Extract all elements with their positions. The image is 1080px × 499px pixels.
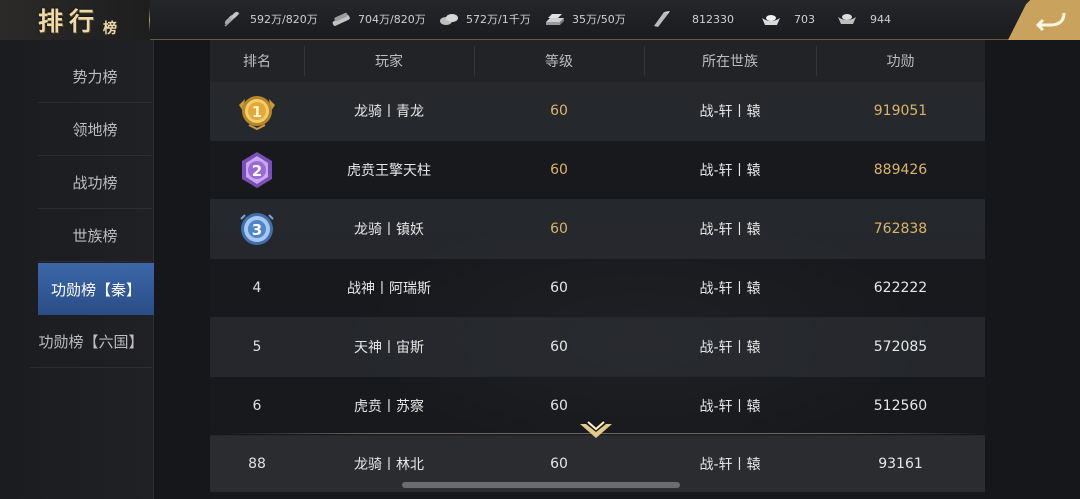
- table-row[interactable]: 2 虎贲王擎天柱 60 战-轩丨辕 889426: [210, 141, 985, 200]
- resource-value: 944: [870, 12, 891, 26]
- player-clan: 战-轩丨辕: [699, 163, 761, 179]
- rank-medal: 1: [210, 82, 304, 140]
- wheat-icon: [224, 11, 240, 27]
- purple-medal-icon: 2: [242, 152, 272, 188]
- sidebar-item-merit-qin[interactable]: 功勋榜【秦】: [38, 263, 154, 315]
- player-clan: 战-轩丨辕: [699, 399, 761, 415]
- sidebar-item-label: 战功榜: [72, 174, 118, 192]
- rank-number: 6: [252, 398, 262, 414]
- table-row[interactable]: 5 天神丨宙斯 60 战-轩丨辕 572085: [210, 318, 985, 377]
- column-header-rank: 排名: [243, 54, 271, 70]
- player-level: 60: [550, 280, 568, 296]
- my-rank: 88: [248, 456, 266, 472]
- stone-icon: [440, 14, 458, 25]
- chevron-down-icon: [580, 421, 612, 438]
- resource-value: 572万/1千万: [466, 13, 531, 26]
- svg-text:1: 1: [252, 103, 262, 121]
- table-row[interactable]: 3 龙骑丨镇妖 60 战-轩丨辕 762838: [210, 200, 985, 259]
- gold-medal-icon: 1: [239, 96, 275, 131]
- resource-wood: 704万/820万: [330, 8, 426, 30]
- resource-iron: 35万/50万: [544, 8, 626, 30]
- resource-wheat: 592万/820万: [222, 8, 318, 30]
- player-name: 虎贲王擎天柱: [347, 163, 431, 179]
- sidebar-item-label: 世族榜: [72, 227, 118, 245]
- resource-value: 704万/820万: [358, 13, 426, 26]
- gold-ingot-icon: [762, 15, 780, 25]
- player-merit: 889426: [873, 162, 928, 178]
- svg-text:2: 2: [252, 162, 262, 180]
- column-header-player: 玩家: [375, 54, 403, 70]
- table-row[interactable]: 1 龙骑丨青龙 60 战-轩丨辕 919051: [210, 82, 985, 141]
- player-clan: 战-轩丨辕: [699, 222, 761, 238]
- wood-icon: [332, 12, 350, 26]
- player-clan: 战-轩丨辕: [699, 340, 761, 356]
- decree-icon: [654, 11, 670, 27]
- expand-button[interactable]: [576, 418, 616, 444]
- column-header-level: 等级: [545, 54, 573, 70]
- player-merit: 512560: [873, 398, 928, 414]
- resource-value: 35万/50万: [572, 13, 626, 26]
- resource-silver: 944: [836, 8, 891, 30]
- resource-gold: 703: [760, 8, 815, 30]
- title-box: 排行 榜: [0, 0, 150, 40]
- table-header: 排名 玩家 等级 所在世族 功勋: [210, 40, 985, 82]
- player-merit: 919051: [873, 103, 928, 119]
- resource-value: 703: [794, 12, 815, 26]
- iron-icon: [546, 14, 564, 25]
- sidebar-item-clan[interactable]: 世族榜: [38, 210, 152, 262]
- player-level: 60: [550, 162, 568, 178]
- resource-decree: 812330: [650, 8, 734, 30]
- horizontal-scrollbar[interactable]: [402, 482, 680, 488]
- rank-medal: 3: [210, 200, 304, 258]
- sidebar-item-label: 功勋榜【秦】: [50, 280, 141, 299]
- svg-text:3: 3: [252, 221, 262, 239]
- silver-ingot-icon: [838, 14, 856, 24]
- sidebar-item-territory[interactable]: 领地榜: [38, 104, 152, 156]
- player-level: 60: [550, 103, 568, 119]
- player-clan: 战-轩丨辕: [699, 281, 761, 297]
- sidebar-item-label: 领地榜: [72, 121, 118, 139]
- column-header-merit: 功勋: [886, 54, 915, 70]
- player-level: 60: [550, 398, 568, 414]
- player-name: 战神丨阿瑞斯: [347, 281, 431, 297]
- sidebar-item-merit-six-states[interactable]: 功勋榜【六国】: [30, 316, 152, 368]
- return-arrow-icon: [1035, 12, 1066, 31]
- sidebar-item-power[interactable]: 势力榜: [38, 51, 152, 103]
- player-name: 天神丨宙斯: [354, 340, 424, 356]
- rank-number: 4: [252, 280, 262, 296]
- top-bar: 排行 榜 592万/820万 704万/820万 572万/1千万 35万/50…: [0, 0, 1080, 40]
- player-name: 龙骑丨镇妖: [354, 222, 424, 238]
- player-clan: 战-轩丨辕: [699, 104, 761, 120]
- back-button[interactable]: [1008, 0, 1080, 40]
- resource-value: 812330: [692, 12, 734, 26]
- page-title-suffix: 榜: [103, 21, 117, 37]
- rank-medal: 2: [210, 141, 304, 199]
- sidebar-item-battle-merit[interactable]: 战功榜: [38, 157, 152, 209]
- player-level: 60: [550, 339, 568, 355]
- player-merit: 762838: [873, 221, 928, 237]
- table-row[interactable]: 4 战神丨阿瑞斯 60 战-轩丨辕 622222: [210, 259, 985, 318]
- resource-stone: 572万/1千万: [438, 8, 531, 30]
- rank-number: 5: [252, 339, 262, 355]
- column-header-clan: 所在世族: [702, 54, 758, 70]
- sidebar-item-label: 功勋榜【六国】: [38, 333, 144, 351]
- player-level: 60: [550, 221, 568, 237]
- player-name: 虎贲丨苏察: [354, 399, 424, 415]
- player-merit: 572085: [873, 339, 928, 355]
- my-merit: 93161: [878, 456, 923, 472]
- player-name: 龙骑丨青龙: [354, 104, 424, 120]
- blue-medal-icon: 3: [240, 213, 274, 245]
- ranking-table: 排名 玩家 等级 所在世族 功勋 1 龙骑丨青龙 60 战-轩丨辕 919051: [210, 40, 985, 499]
- sidebar: 势力榜 领地榜 战功榜 世族榜 功勋榜【秦】 功勋榜【六国】: [0, 40, 154, 499]
- sidebar-item-label: 势力榜: [72, 68, 118, 86]
- page-title: 排行: [38, 7, 101, 36]
- resource-value: 592万/820万: [250, 13, 318, 26]
- player-merit: 622222: [873, 280, 928, 296]
